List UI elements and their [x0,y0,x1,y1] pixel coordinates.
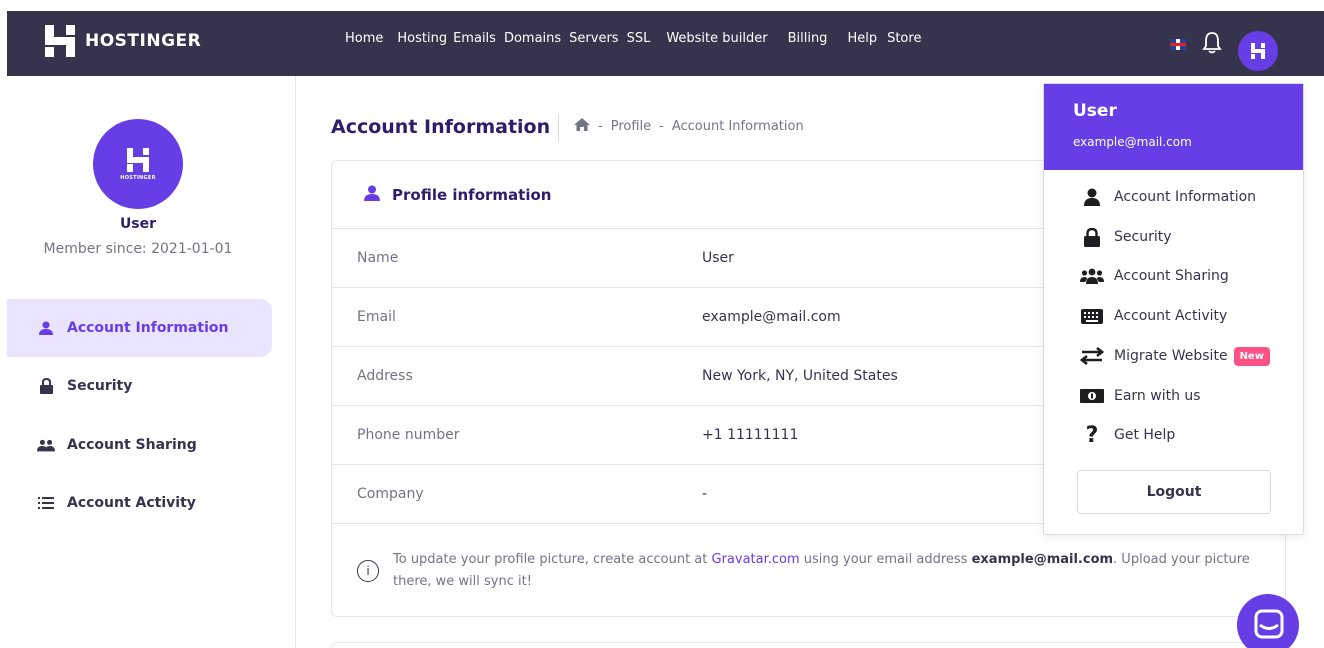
dropdown-email: example@mail.com [1073,135,1192,149]
sidebar-item-label: Account Information [67,320,229,336]
member-since: Member since: 2021-01-01 [43,241,233,257]
lock-icon [37,378,55,394]
nav-website-builder[interactable]: Website builder [666,31,767,46]
breadcrumb-current: Account Information [671,119,804,134]
note-text: To update your profile picture, create a… [393,552,1250,589]
user-dropdown-menu: User example@mail.com Account Informatio… [1043,83,1304,535]
keyboard-icon [1080,306,1104,326]
row-label: Name [357,250,399,266]
sidebar-item-label: Account Sharing [67,437,197,453]
sidebar-username: User [119,216,157,232]
new-badge: New [1233,346,1270,366]
menu-item-get-help[interactable]: ? Get Help [1080,422,1176,448]
nav-ssl[interactable]: SSL [627,31,651,46]
people-icon [1080,266,1104,286]
row-label: Company [357,486,424,502]
row-value: User [702,250,734,266]
top-navigation-bar: HOSTINGER Home Hosting Emails Domains Se… [7,11,1324,76]
sidebar-item-account-activity[interactable]: Account Activity [7,474,272,532]
list-icon [37,497,55,509]
nav-domains[interactable]: Domains [504,31,561,46]
logout-button[interactable]: Logout [1077,470,1271,514]
row-value: - [702,486,708,502]
hostinger-logo-icon [45,25,75,57]
row-value: New York, NY, United States [702,368,898,384]
menu-item-security[interactable]: Security [1080,225,1172,249]
row-label: Address [357,368,413,384]
note-email: example@mail.com [971,552,1114,567]
breadcrumb-profile[interactable]: Profile [611,119,651,134]
bell-icon[interactable] [1202,31,1222,55]
nav-billing[interactable]: Billing [788,31,828,46]
menu-item-account-information[interactable]: Account Information [1080,185,1256,209]
info-icon: i [357,560,379,582]
avatar-brand: HOSTINGER [120,174,156,181]
card-title: Profile information [392,185,552,204]
breadcrumb-separator: - [598,119,603,134]
row-value: +1 11111111 [702,427,799,443]
hostinger-logo[interactable]: HOSTINGER [45,25,201,57]
sidebar-item-label: Account Activity [67,495,196,511]
hostinger-logo-icon [1251,43,1265,59]
sidebar: HOSTINGER User Member since: 2021-01-01 … [0,76,296,648]
nav-servers[interactable]: Servers [569,31,618,46]
breadcrumb-separator: - [659,119,664,134]
title-divider [558,114,559,142]
gravatar-link[interactable]: Gravatar.com [712,552,800,567]
row-label: Email [357,309,396,325]
nav-store[interactable]: Store [887,31,921,46]
swap-arrows-icon [1080,346,1104,366]
hostinger-logo-icon [127,147,149,172]
home-icon[interactable] [574,118,590,135]
dropdown-header: User example@mail.com [1044,84,1303,170]
sidebar-item-account-information[interactable]: Account Information [7,299,272,357]
sidebar-item-label: Security [67,378,133,394]
menu-item-migrate-website[interactable]: Migrate Website New [1080,344,1270,368]
nav-help[interactable]: Help [847,31,877,46]
next-card [331,642,1286,648]
menu-item-account-activity[interactable]: Account Activity [1080,304,1227,328]
person-icon [364,185,380,205]
people-icon [37,439,55,452]
nav-hosting[interactable]: Hosting [397,31,447,46]
row-value: example@mail.com [702,309,841,325]
nav-emails[interactable]: Emails [453,31,496,46]
sidebar-item-security[interactable]: Security [7,357,272,415]
dropdown-username: User [1073,101,1117,121]
person-icon [1080,187,1104,207]
profile-picture-note: i To update your profile picture, create… [357,549,1257,593]
nav-home[interactable]: Home [345,31,383,46]
page-title: Account Information [331,116,551,138]
user-avatar-button[interactable] [1238,31,1278,71]
brand-name: HOSTINGER [85,31,202,51]
person-icon [37,321,55,335]
uk-flag-icon[interactable] [1170,39,1186,50]
main-nav: Home Hosting Emails Domains Servers SSL … [345,31,935,46]
menu-item-account-sharing[interactable]: Account Sharing [1080,264,1229,288]
question-icon: ? [1085,422,1099,448]
avatar: HOSTINGER [93,119,183,209]
lock-icon [1080,227,1104,247]
chat-icon [1254,609,1284,639]
sidebar-item-account-sharing[interactable]: Account Sharing [7,416,272,474]
menu-item-earn-with-us[interactable]: Earn with us [1080,384,1201,408]
money-icon [1080,386,1104,406]
row-label: Phone number [357,427,460,443]
chat-launcher-button[interactable] [1237,594,1299,648]
breadcrumb: - Profile - Account Information [574,118,804,135]
